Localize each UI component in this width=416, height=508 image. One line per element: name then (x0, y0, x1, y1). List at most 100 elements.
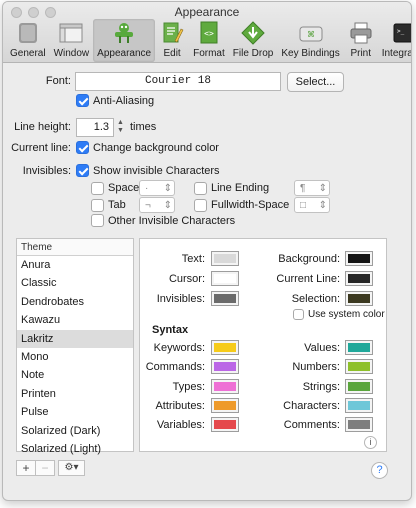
anti-aliasing-checkbox[interactable] (76, 94, 89, 107)
fullwidth-space-row: Fullwidth-Space □ ⇕ (194, 197, 330, 213)
theme-item-solarized-light[interactable]: Solarized (Light) (17, 440, 133, 458)
numbers-color-swatch (348, 362, 370, 371)
values-color-well[interactable] (345, 340, 373, 355)
tab-char-popup[interactable]: ¬ ⇕ (139, 197, 175, 213)
font-label: Font: (45, 75, 71, 87)
tab-edit-label: Edit (163, 48, 181, 59)
theme-list[interactable]: Theme Anura Classic Dendrobates Kawazu L… (16, 238, 134, 455)
tab-label: Tab (108, 199, 126, 211)
line-height-unit: times (130, 121, 157, 133)
show-invisibles-checkbox[interactable] (76, 164, 89, 177)
theme-action-menu[interactable]: ⚙▾ (58, 460, 85, 476)
background-color-well[interactable] (345, 251, 373, 266)
remove-theme-button[interactable]: − (35, 460, 55, 476)
anti-aliasing-row: Anti-Aliasing (76, 94, 154, 107)
characters-color-label: Characters: (283, 400, 340, 412)
theme-item-lakritz[interactable]: Lakritz (17, 329, 133, 348)
space-char-popup[interactable]: · ⇕ (139, 180, 175, 196)
theme-item-mono[interactable]: Mono (17, 348, 133, 366)
theme-item-note[interactable]: Note (17, 366, 133, 384)
font-select-button[interactable]: Select... (287, 72, 344, 92)
theme-item-solarized-dark[interactable]: Solarized (Dark) (17, 422, 133, 440)
numbers-color-well[interactable] (345, 359, 373, 374)
popup-arrows-icon: ⇕ (318, 182, 327, 194)
space-checkbox[interactable] (91, 181, 104, 195)
tab-key-bindings-label: Key Bindings (281, 48, 340, 59)
other-invisibles-label: Other Invisible Characters (108, 214, 236, 227)
window-pref-icon (58, 21, 84, 45)
popup-arrows-icon: ⇕ (163, 199, 172, 211)
add-theme-button[interactable]: + (16, 460, 36, 476)
tab-file-drop[interactable]: File Drop (229, 19, 278, 62)
invisibles-label: Invisibles: (22, 165, 71, 177)
tab-appearance-label: Appearance (97, 48, 152, 59)
tab-print-label: Print (350, 48, 371, 59)
background-color-swatch (348, 254, 370, 263)
theme-item-kawazu[interactable]: Kawazu (17, 311, 133, 329)
show-invisibles-label: Show invisible Characters (93, 164, 220, 177)
types-color-label: Types: (172, 381, 205, 393)
line-height-stepper[interactable]: ▲ ▼ (116, 119, 125, 135)
change-background-checkbox[interactable] (76, 141, 89, 154)
edit-pref-icon (159, 21, 185, 45)
tab-general[interactable]: General (6, 19, 50, 62)
current-line-label: Current line: (11, 142, 71, 154)
types-color-well[interactable] (211, 379, 239, 394)
tab-edit[interactable]: Edit (155, 19, 189, 62)
help-button[interactable]: ? (371, 462, 388, 479)
theme-item-classic[interactable]: Classic (17, 274, 133, 292)
theme-item-anura[interactable]: Anura (17, 256, 133, 274)
tab-appearance[interactable]: Appearance (93, 19, 156, 62)
characters-color-well[interactable] (345, 398, 373, 413)
current-line-color-well[interactable] (345, 271, 373, 286)
comments-color-well[interactable] (345, 417, 373, 432)
tab-key-bindings[interactable]: ⌘ Key Bindings (277, 19, 343, 62)
tab-checkbox[interactable] (91, 198, 104, 212)
invisibles-color-swatch (214, 294, 236, 303)
strings-color-swatch (348, 382, 370, 391)
cursor-color-well[interactable] (211, 271, 239, 286)
fullwidth-space-char-value: □ (300, 199, 307, 211)
theme-item-pulse[interactable]: Pulse (17, 403, 133, 421)
variables-color-swatch (214, 420, 236, 429)
use-system-color-checkbox[interactable] (293, 309, 304, 320)
info-icon[interactable]: i (364, 436, 377, 449)
invisibles-color-label: Invisibles: (156, 293, 205, 305)
tab-print[interactable]: Print (344, 19, 378, 62)
strings-color-well[interactable] (345, 379, 373, 394)
commands-color-well[interactable] (211, 359, 239, 374)
types-color-swatch (214, 382, 236, 391)
syntax-heading: Syntax (152, 324, 189, 336)
theme-item-printen[interactable]: Printen (17, 385, 133, 403)
selection-color-swatch (348, 294, 370, 303)
invisibles-color-well[interactable] (211, 291, 239, 306)
tab-window-label: Window (53, 48, 90, 59)
tab-integration[interactable]: >_ Integration (378, 19, 411, 62)
question-mark-icon: ? (376, 464, 383, 476)
fullwidth-space-char-popup[interactable]: □ ⇕ (294, 197, 330, 213)
preferences-window: Appearance General Window Appearance Edi… (2, 1, 412, 501)
attributes-color-well[interactable] (211, 398, 239, 413)
tab-format[interactable]: <> Format (189, 19, 229, 62)
keywords-color-well[interactable] (211, 340, 239, 355)
variables-color-well[interactable] (211, 417, 239, 432)
values-color-label: Values: (304, 342, 340, 354)
line-height-input[interactable]: 1.3 (76, 118, 114, 137)
theme-item-dendrobates[interactable]: Dendrobates (17, 293, 133, 311)
line-ending-checkbox[interactable] (194, 181, 207, 195)
tab-integration-label: Integration (381, 48, 411, 59)
selection-color-well[interactable] (345, 291, 373, 306)
other-invisibles-checkbox[interactable] (91, 214, 104, 227)
comments-color-label: Comments: (283, 419, 340, 431)
commands-color-swatch (214, 362, 236, 371)
variables-color-label: Variables: (156, 419, 205, 431)
text-color-well[interactable] (211, 251, 239, 266)
tab-window[interactable]: Window (50, 19, 94, 62)
theme-list-header: Theme (17, 239, 133, 256)
strings-color-label: Strings: (302, 381, 340, 393)
line-ending-char-popup[interactable]: ¶ ⇕ (294, 180, 330, 196)
comments-color-swatch (348, 420, 370, 429)
line-height-label: Line height: (14, 121, 71, 133)
fullwidth-space-checkbox[interactable] (194, 198, 207, 212)
svg-text:⌘: ⌘ (307, 30, 315, 39)
